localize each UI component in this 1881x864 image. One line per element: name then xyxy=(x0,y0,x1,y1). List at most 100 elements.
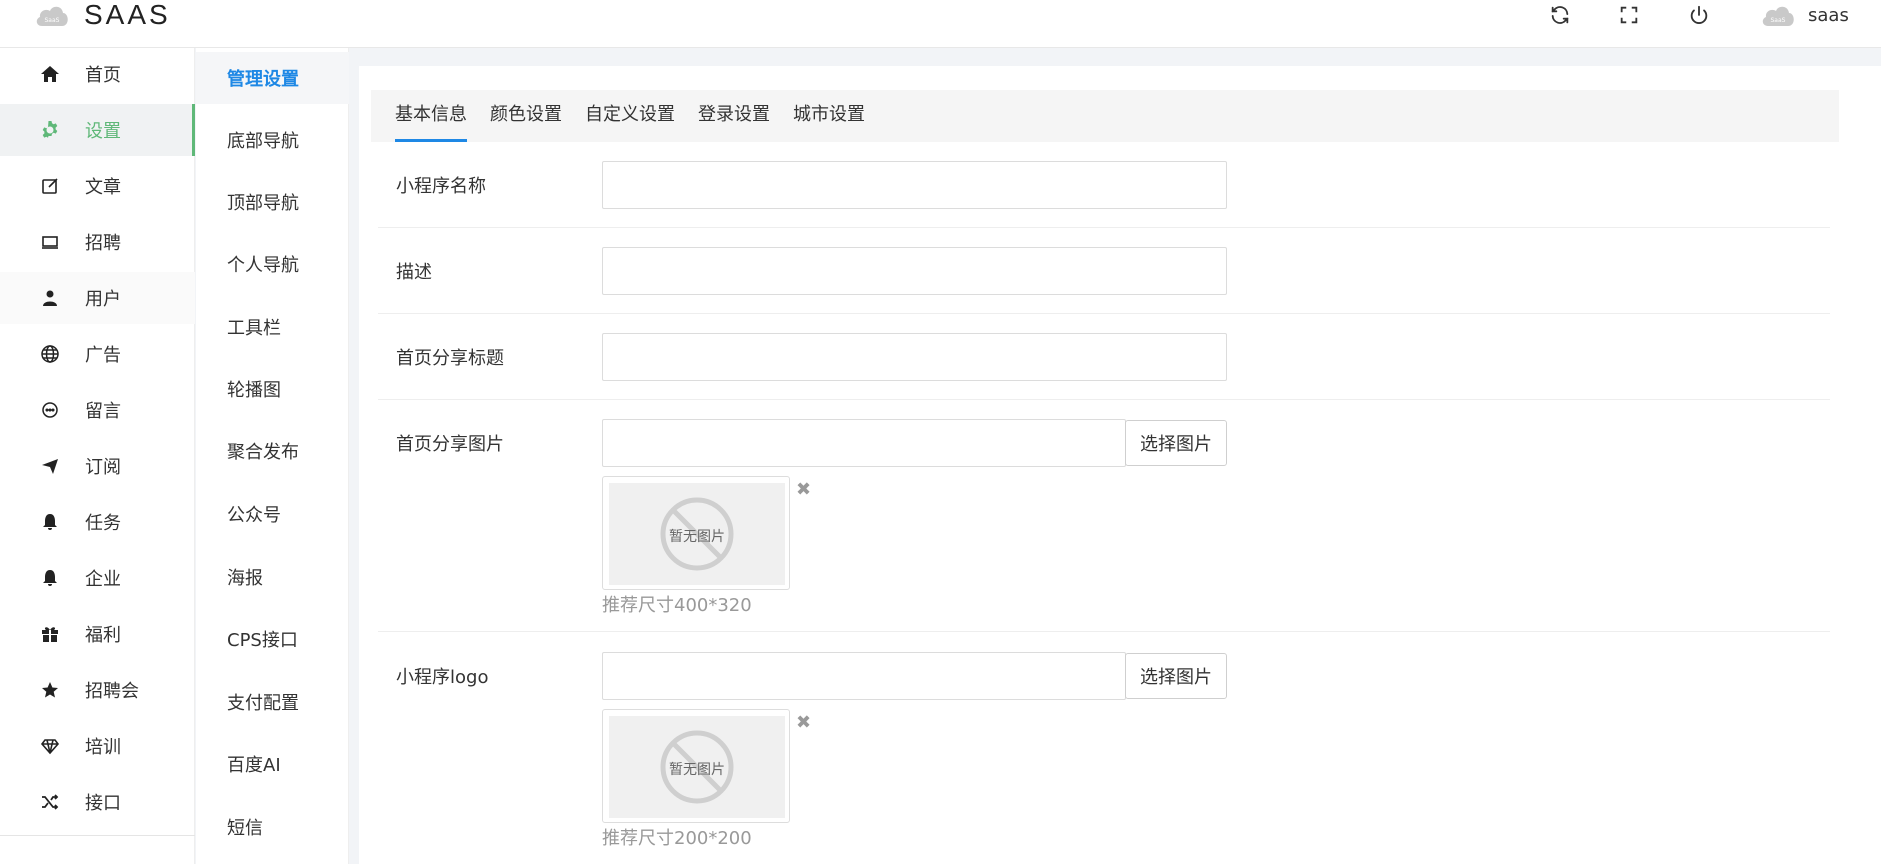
subnav-item-sms[interactable]: 短信 xyxy=(196,801,349,853)
no-image-text: 暂无图片 xyxy=(669,762,725,778)
share-image-label: 首页分享图片 xyxy=(396,434,504,455)
sidebar-item-users[interactable]: 用户 xyxy=(0,272,195,324)
sidebar-item-settings[interactable]: 设置 xyxy=(0,104,195,156)
sidebar-item-label: 文章 xyxy=(85,177,121,198)
sidebar-item-label: 招聘会 xyxy=(85,681,139,702)
shuffle-icon xyxy=(40,792,60,812)
logo-label: 小程序logo xyxy=(396,667,489,688)
logo-input[interactable] xyxy=(602,652,1126,700)
subnav-item-baidu-ai[interactable]: 百度AI xyxy=(196,738,349,790)
share-title-input[interactable] xyxy=(602,333,1227,381)
sidebar-item-label: 接口 xyxy=(85,793,121,814)
diamond-icon xyxy=(40,736,60,756)
share-title-label: 首页分享标题 xyxy=(396,348,504,369)
sidebar-item-articles[interactable]: 文章 xyxy=(0,160,195,212)
subnav-item-top-nav[interactable]: 顶部导航 xyxy=(196,176,349,228)
sidebar-item-label: 广告 xyxy=(85,345,121,366)
tab-city-settings[interactable]: 城市设置 xyxy=(793,90,865,142)
no-image-text: 暂无图片 xyxy=(669,529,725,545)
sidebar-item-label: 招聘 xyxy=(85,233,121,254)
sidebar-item-api[interactable]: 接口 xyxy=(0,776,195,828)
sidebar-item-label: 用户 xyxy=(85,289,121,310)
tab-basic-info[interactable]: 基本信息 xyxy=(395,90,467,142)
description-label: 描述 xyxy=(396,262,432,283)
subnav-item-poster[interactable]: 海报 xyxy=(196,551,349,603)
top-header: SaaS SAAS SaaS saas xyxy=(0,0,1881,48)
main-content: 基本信息 颜色设置 自定义设置 登录设置 城市设置 小程序名称 描述 首页分享标… xyxy=(359,66,1881,864)
share-image-size-hint: 推荐尺寸400*320 xyxy=(602,595,752,616)
sidebar-item-label: 留言 xyxy=(85,401,121,422)
app-logo: SaaS SAAS xyxy=(34,0,171,30)
subnav-item-official-account[interactable]: 公众号 xyxy=(196,488,349,540)
subnav-item-personal-nav[interactable]: 个人导航 xyxy=(196,238,349,290)
sidebar-item-tasks[interactable]: 任务 xyxy=(0,496,195,548)
primary-sidebar: 首页 设置 文章 招聘 用户 广告 留言 订阅 任务 企业 福利 招聘会 培训 … xyxy=(0,48,195,864)
subnav-item-manage-settings[interactable]: 管理设置 xyxy=(196,52,349,104)
description-input[interactable] xyxy=(602,247,1227,295)
logo-badge-text: SaaS xyxy=(45,17,60,24)
tab-login-settings[interactable]: 登录设置 xyxy=(698,90,770,142)
mini-name-label: 小程序名称 xyxy=(396,176,486,197)
sidebar-item-label: 设置 xyxy=(85,121,121,142)
share-image-select-button[interactable]: 选择图片 xyxy=(1125,420,1227,466)
gift-icon xyxy=(40,624,60,644)
sidebar-divider xyxy=(0,835,195,836)
sidebar-item-job-fair[interactable]: 招聘会 xyxy=(0,664,195,716)
sidebar-item-label: 任务 xyxy=(85,513,121,534)
home-icon xyxy=(40,64,60,84)
sidebar-item-messages[interactable]: 留言 xyxy=(0,384,195,436)
tab-color-settings[interactable]: 颜色设置 xyxy=(490,90,562,142)
sidebar-item-label: 首页 xyxy=(85,65,121,86)
star-icon xyxy=(40,680,60,700)
tab-custom-settings[interactable]: 自定义设置 xyxy=(585,90,675,142)
edit-icon xyxy=(40,176,60,196)
logo-select-button[interactable]: 选择图片 xyxy=(1125,653,1227,699)
send-icon xyxy=(40,456,60,476)
saas-cloud-logo: SaaS xyxy=(34,2,70,28)
logo-delete-icon[interactable]: ✖ xyxy=(796,714,812,732)
share-image-input[interactable] xyxy=(602,419,1126,467)
settings-tabs: 基本信息 颜色设置 自定义设置 登录设置 城市设置 xyxy=(371,90,1839,142)
subnav-item-aggregate-publish[interactable]: 聚合发布 xyxy=(196,425,349,477)
row-divider xyxy=(378,227,1830,228)
avatar-badge-text: SaaS xyxy=(1771,17,1786,24)
share-image-preview: 暂无图片 xyxy=(602,476,790,590)
row-divider xyxy=(378,313,1830,314)
app-title: SAAS xyxy=(84,0,171,30)
logo-preview: 暂无图片 xyxy=(602,709,790,823)
username: saas xyxy=(1808,4,1849,26)
image-placeholder: 暂无图片 xyxy=(609,483,785,585)
power-icon[interactable] xyxy=(1688,4,1710,26)
sidebar-item-companies[interactable]: 企业 xyxy=(0,552,195,604)
subnav-item-toolbar[interactable]: 工具栏 xyxy=(196,301,349,353)
gear-icon xyxy=(40,120,60,140)
sidebar-item-training[interactable]: 培训 xyxy=(0,720,195,772)
sidebar-item-recruit[interactable]: 招聘 xyxy=(0,216,195,268)
sidebar-item-home[interactable]: 首页 xyxy=(0,48,195,100)
avatar: SaaS xyxy=(1760,2,1796,28)
sidebar-item-ads[interactable]: 广告 xyxy=(0,328,195,380)
subnav-item-cps-api[interactable]: CPS接口 xyxy=(196,613,349,665)
user-menu[interactable]: SaaS saas xyxy=(1760,2,1849,28)
fullscreen-icon[interactable] xyxy=(1618,4,1640,26)
sidebar-item-benefits[interactable]: 福利 xyxy=(0,608,195,660)
bell-icon xyxy=(40,512,60,532)
sidebar-item-subscribe[interactable]: 订阅 xyxy=(0,440,195,492)
mini-name-input[interactable] xyxy=(602,161,1227,209)
subnav-item-payment-config[interactable]: 支付配置 xyxy=(196,676,349,728)
subnav-item-bottom-nav[interactable]: 底部导航 xyxy=(196,114,349,166)
sidebar-item-label: 订阅 xyxy=(85,457,121,478)
subnav-item-carousel[interactable]: 轮播图 xyxy=(196,363,349,415)
sidebar-item-label: 福利 xyxy=(85,625,121,646)
sidebar-item-label: 企业 xyxy=(85,569,121,590)
user-icon xyxy=(40,288,60,308)
sidebar-item-label: 培训 xyxy=(85,737,121,758)
image-placeholder: 暂无图片 xyxy=(609,716,785,818)
share-image-delete-icon[interactable]: ✖ xyxy=(796,481,812,499)
refresh-icon[interactable] xyxy=(1549,4,1571,26)
globe-icon xyxy=(40,344,60,364)
logo-size-hint: 推荐尺寸200*200 xyxy=(602,828,752,849)
row-divider xyxy=(378,631,1830,632)
row-divider xyxy=(378,399,1830,400)
secondary-sidebar: 管理设置 底部导航 顶部导航 个人导航 工具栏 轮播图 聚合发布 公众号 海报 … xyxy=(196,48,349,864)
